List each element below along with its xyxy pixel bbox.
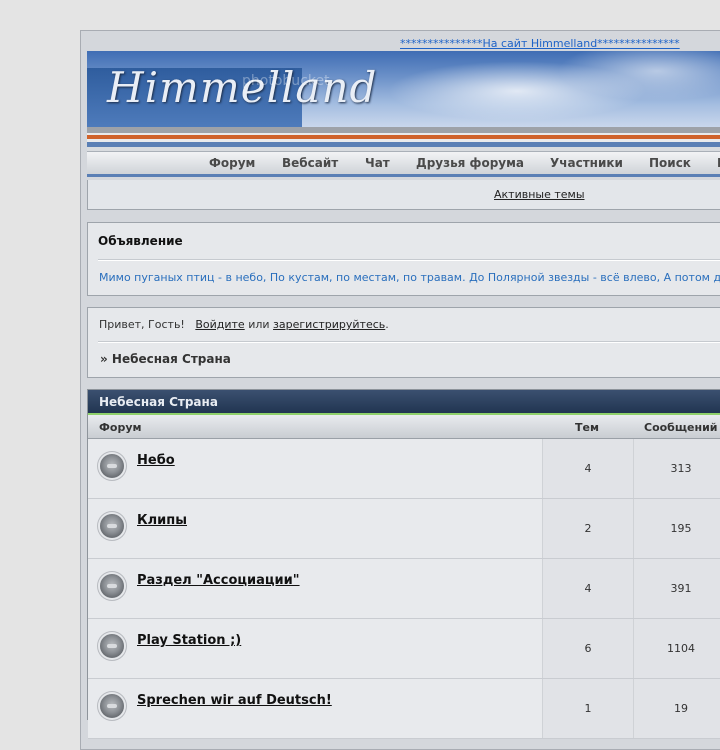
forum-status-icon <box>100 634 124 658</box>
posts-count: 391 <box>670 582 692 595</box>
forum-status-icon <box>100 694 124 718</box>
or-text: или <box>248 318 270 331</box>
forum-row: Раздел "Ассоциации" 4 391 <box>88 559 720 619</box>
forum-status-icon <box>100 574 124 598</box>
category-header: Небесная Страна <box>88 390 720 415</box>
photobucket-watermark: photobucket <box>242 73 330 89</box>
topics-count: 6 <box>584 642 592 655</box>
posts-count: 195 <box>670 522 692 535</box>
greeting-text: Привет, Гость! <box>99 318 185 331</box>
announcement-title: Объявление <box>98 234 183 248</box>
column-forum: Форум <box>99 421 142 434</box>
header-banner: Himmelland photobucket <box>87 51 720 127</box>
forum-link[interactable]: Клипы <box>137 513 187 528</box>
nav-search[interactable]: Поиск <box>649 156 691 170</box>
nav-forum-friends[interactable]: Друзья форума <box>416 156 524 170</box>
forum-link[interactable]: Небо <box>137 453 175 468</box>
guest-greeting-line: Привет, Гость! Войдите или зарегистрируй… <box>99 318 389 331</box>
column-posts: Сообщений <box>644 421 718 434</box>
header-stripes <box>87 127 720 151</box>
topics-count: 4 <box>584 462 592 475</box>
sub-nav: Активные темы <box>87 180 720 210</box>
divider <box>98 259 720 261</box>
forum-row: Play Station ;) 6 1104 <box>88 619 720 679</box>
himmelland-site-link[interactable]: ***************На сайт Himmelland*******… <box>400 37 680 50</box>
nav-website[interactable]: Вебсайт <box>282 156 338 170</box>
column-topics: Тем <box>575 421 599 434</box>
forum-link[interactable]: Раздел "Ассоциации" <box>137 573 300 588</box>
forum-link[interactable]: Play Station ;) <box>137 633 241 648</box>
forum-status-icon <box>100 514 124 538</box>
period-text: . <box>385 318 389 331</box>
topics-count: 1 <box>584 702 592 715</box>
login-link[interactable]: Войдите <box>195 318 244 331</box>
register-link[interactable]: зарегистрируйтесь <box>273 318 385 331</box>
divider <box>98 341 720 343</box>
forum-link[interactable]: Sprechen wir auf Deutsch! <box>137 693 332 708</box>
nav-members[interactable]: Участники <box>550 156 623 170</box>
category-table: Небесная Страна Форум Тем Сообщений Небо… <box>87 389 720 739</box>
forum-row: Небо 4 313 <box>88 439 720 499</box>
forum-status-icon <box>100 454 124 478</box>
breadcrumb[interactable]: » Небесная Страна <box>100 352 231 366</box>
main-nav: Форум Вебсайт Чат Друзья форума Участник… <box>87 151 720 177</box>
posts-count: 19 <box>674 702 688 715</box>
posts-count: 313 <box>670 462 692 475</box>
nav-chat[interactable]: Чат <box>365 156 390 170</box>
column-header-row: Форум Тем Сообщений <box>88 415 720 439</box>
forum-row: Sprechen wir auf Deutsch! 1 19 <box>88 679 720 739</box>
topics-count: 2 <box>584 522 592 535</box>
welcome-panel: Привет, Гость! Войдите или зарегистрируй… <box>87 307 720 378</box>
topics-count: 4 <box>584 582 592 595</box>
cloud-decoration <box>557 51 720 101</box>
category-title[interactable]: Небесная Страна <box>99 395 218 409</box>
active-topics-link[interactable]: Активные темы <box>494 188 585 201</box>
nav-forum[interactable]: Форум <box>209 156 255 170</box>
announcement-text: Мимо пуганых птиц - в небо, По кустам, п… <box>99 271 720 284</box>
announcement-panel: Объявление Мимо пуганых птиц - в небо, П… <box>87 222 720 296</box>
forum-row: Клипы 2 195 <box>88 499 720 559</box>
posts-count: 1104 <box>667 642 695 655</box>
